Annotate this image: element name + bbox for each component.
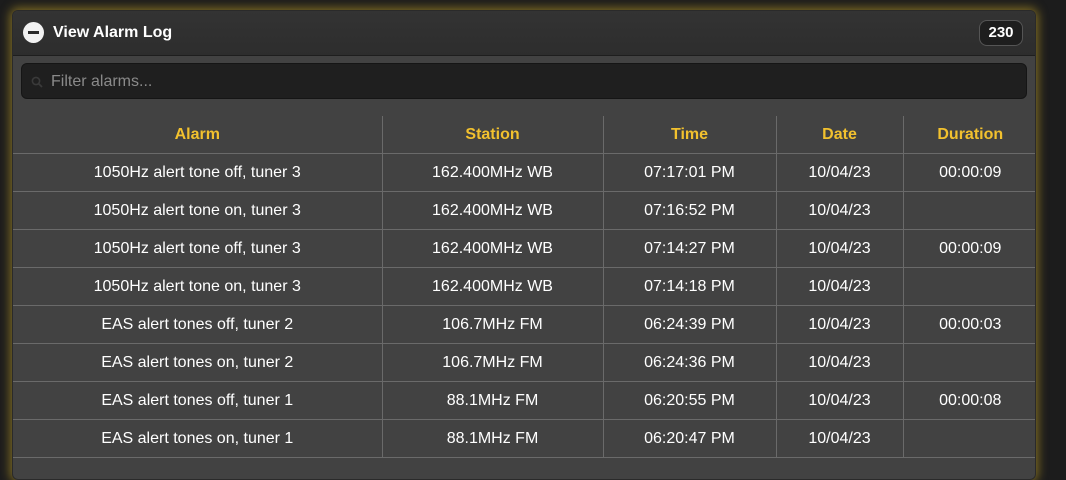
- table-row[interactable]: EAS alert tones off, tuner 2 106.7MHz FM…: [13, 305, 1035, 344]
- alarm-log-panel: View Alarm Log 230 Alarm Station Time Da…: [12, 10, 1036, 480]
- cell-duration: 00:00:08: [903, 381, 1035, 420]
- panel-title: View Alarm Log: [53, 24, 173, 41]
- cell-alarm: EAS alert tones off, tuner 1: [13, 381, 383, 420]
- cell-date: 10/04/23: [776, 419, 904, 458]
- cell-date: 10/04/23: [776, 153, 904, 192]
- filter-alarms-input[interactable]: [49, 64, 1013, 100]
- cell-station: 88.1MHz FM: [382, 381, 604, 420]
- table-row[interactable]: 1050Hz alert tone on, tuner 3 162.400MHz…: [13, 267, 1035, 306]
- column-header-duration[interactable]: Duration: [903, 116, 1035, 154]
- cell-time: 07:17:01 PM: [603, 153, 777, 192]
- cell-alarm: 1050Hz alert tone on, tuner 3: [13, 267, 383, 306]
- cell-station: 106.7MHz FM: [382, 305, 604, 344]
- minus-bar: [28, 31, 39, 34]
- cell-alarm: 1050Hz alert tone off, tuner 3: [13, 153, 383, 192]
- cell-duration: 00:00:03: [903, 305, 1035, 344]
- cell-time: 06:24:36 PM: [603, 343, 777, 382]
- cell-alarm: 1050Hz alert tone on, tuner 3: [13, 191, 383, 230]
- cell-alarm: EAS alert tones on, tuner 2: [13, 343, 383, 382]
- table-row[interactable]: 1050Hz alert tone off, tuner 3 162.400MH…: [13, 229, 1035, 268]
- column-header-alarm[interactable]: Alarm: [13, 116, 383, 154]
- cell-time: 07:14:27 PM: [603, 229, 777, 268]
- table-row[interactable]: EAS alert tones on, tuner 2 106.7MHz FM …: [13, 343, 1035, 382]
- cell-time: 06:24:39 PM: [603, 305, 777, 344]
- collapse-minus-icon[interactable]: [23, 22, 44, 43]
- cell-duration: [903, 267, 1035, 306]
- cell-duration: [903, 343, 1035, 382]
- filter-box[interactable]: [21, 63, 1027, 100]
- cell-duration: [903, 419, 1035, 458]
- column-header-time[interactable]: Time: [603, 116, 777, 154]
- cell-time: 06:20:55 PM: [603, 381, 777, 420]
- alarm-count-badge: 230: [979, 20, 1023, 46]
- cell-station: 162.400MHz WB: [382, 191, 604, 230]
- alarm-table: Alarm Station Time Date Duration 1050Hz …: [13, 116, 1035, 458]
- cell-station: 88.1MHz FM: [382, 419, 604, 458]
- table-row[interactable]: 1050Hz alert tone on, tuner 3 162.400MHz…: [13, 191, 1035, 230]
- column-header-station[interactable]: Station: [382, 116, 604, 154]
- table-row[interactable]: EAS alert tones off, tuner 1 88.1MHz FM …: [13, 381, 1035, 420]
- cell-station: 106.7MHz FM: [382, 343, 604, 382]
- column-header-date[interactable]: Date: [776, 116, 904, 154]
- cell-alarm: 1050Hz alert tone off, tuner 3: [13, 229, 383, 268]
- cell-time: 07:16:52 PM: [603, 191, 777, 230]
- cell-date: 10/04/23: [776, 343, 904, 382]
- cell-alarm: EAS alert tones off, tuner 2: [13, 305, 383, 344]
- panel-header[interactable]: View Alarm Log 230: [13, 11, 1035, 56]
- cell-time: 07:14:18 PM: [603, 267, 777, 306]
- table-row[interactable]: 1050Hz alert tone off, tuner 3 162.400MH…: [13, 153, 1035, 192]
- cell-date: 10/04/23: [776, 267, 904, 306]
- cell-alarm: EAS alert tones on, tuner 1: [13, 419, 383, 458]
- cell-date: 10/04/23: [776, 229, 904, 268]
- cell-date: 10/04/23: [776, 381, 904, 420]
- cell-date: 10/04/23: [776, 191, 904, 230]
- cell-duration: 00:00:09: [903, 153, 1035, 192]
- cell-station: 162.400MHz WB: [382, 229, 604, 268]
- cell-date: 10/04/23: [776, 305, 904, 344]
- search-icon: [31, 76, 43, 88]
- table-header-row: Alarm Station Time Date Duration: [13, 116, 1035, 154]
- cell-duration: [903, 191, 1035, 230]
- cell-station: 162.400MHz WB: [382, 267, 604, 306]
- table-row[interactable]: EAS alert tones on, tuner 1 88.1MHz FM 0…: [13, 419, 1035, 458]
- cell-time: 06:20:47 PM: [603, 419, 777, 458]
- cell-station: 162.400MHz WB: [382, 153, 604, 192]
- cell-duration: 00:00:09: [903, 229, 1035, 268]
